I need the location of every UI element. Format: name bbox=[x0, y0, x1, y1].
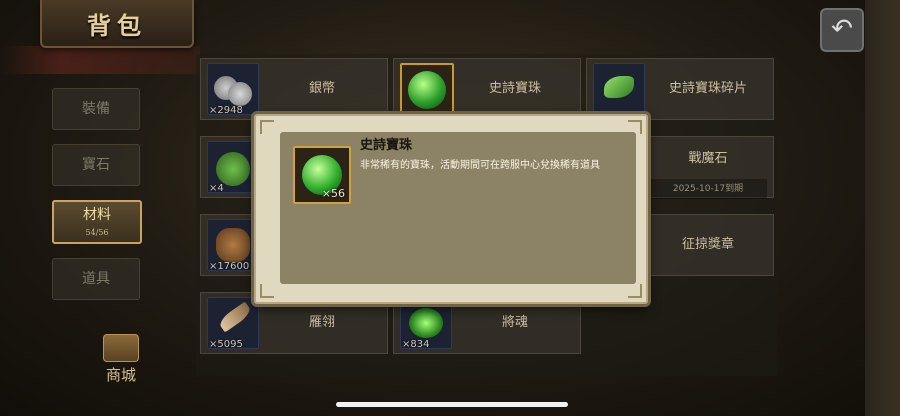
tab-items[interactable]: 道具 bbox=[52, 258, 140, 300]
page-title-plaque: 背包 bbox=[40, 0, 194, 48]
popup-corner-ornament bbox=[628, 284, 642, 298]
tab-gems[interactable]: 寶石 bbox=[52, 144, 140, 186]
item-name: 戰魔石 2025-10-17到期 bbox=[649, 149, 767, 199]
item-name-text: 戰魔石 bbox=[688, 151, 728, 166]
right-frame bbox=[865, 0, 900, 416]
item-count: ×17600 bbox=[209, 261, 250, 272]
item-name: 銀幣 bbox=[308, 81, 335, 96]
tab-label: 材料 bbox=[83, 207, 111, 223]
popup-item-title: 史詩寶珠 bbox=[360, 138, 413, 153]
back-arrow-icon: ↶ bbox=[831, 14, 853, 44]
tab-label: 道具 bbox=[82, 271, 110, 287]
home-indicator[interactable] bbox=[336, 402, 568, 407]
tab-equipment[interactable]: 裝備 bbox=[52, 88, 140, 130]
category-sidebar: 裝備 寶石 材料 54/56 道具 bbox=[52, 88, 142, 314]
item-count: ×834 bbox=[402, 339, 430, 350]
page-title: 背包 bbox=[87, 11, 147, 40]
item-expiry: 2025-10-17到期 bbox=[649, 179, 767, 199]
item-cell-silver[interactable]: ×2948 銀幣 bbox=[200, 58, 388, 120]
item-name: 史詩寶珠 bbox=[488, 81, 541, 96]
popup-corner-ornament bbox=[260, 120, 274, 134]
back-button[interactable]: ↶ bbox=[820, 8, 864, 52]
tab-label: 寶石 bbox=[82, 157, 110, 173]
item-name: 征掠獎章 bbox=[681, 237, 734, 252]
shop-button[interactable]: 商城 bbox=[96, 334, 146, 385]
item-count: ×2948 bbox=[209, 105, 243, 116]
epic-orb-icon: ×56 bbox=[293, 146, 351, 204]
popup-item-description: 非常稀有的寶珠，活動期間可在跨服中心兌換稀有道具 bbox=[360, 160, 600, 171]
item-count: ×4 bbox=[209, 183, 224, 194]
item-cell-epic-shard[interactable]: 史詩寶珠碎片 bbox=[586, 58, 774, 120]
green-shard-icon bbox=[593, 63, 645, 115]
popup-corner-ornament bbox=[260, 284, 274, 298]
treasure-chest-icon bbox=[103, 334, 139, 362]
header-ribbon bbox=[0, 46, 200, 74]
item-detail-popup[interactable]: ×56 史詩寶珠 非常稀有的寶珠，活動期間可在跨服中心兌換稀有道具 bbox=[254, 114, 648, 304]
popup-item-count: ×56 bbox=[321, 187, 345, 200]
epic-orb-icon bbox=[400, 63, 454, 117]
item-name: 史詩寶珠碎片 bbox=[668, 81, 747, 96]
shop-label: 商城 bbox=[105, 366, 136, 384]
tab-materials[interactable]: 材料 54/56 bbox=[52, 200, 142, 244]
tab-label: 裝備 bbox=[82, 101, 110, 117]
item-count: ×5095 bbox=[209, 339, 243, 350]
item-cell-epic-orb[interactable]: 史詩寶珠 bbox=[393, 58, 581, 120]
tab-capacity: 54/56 bbox=[85, 228, 109, 237]
